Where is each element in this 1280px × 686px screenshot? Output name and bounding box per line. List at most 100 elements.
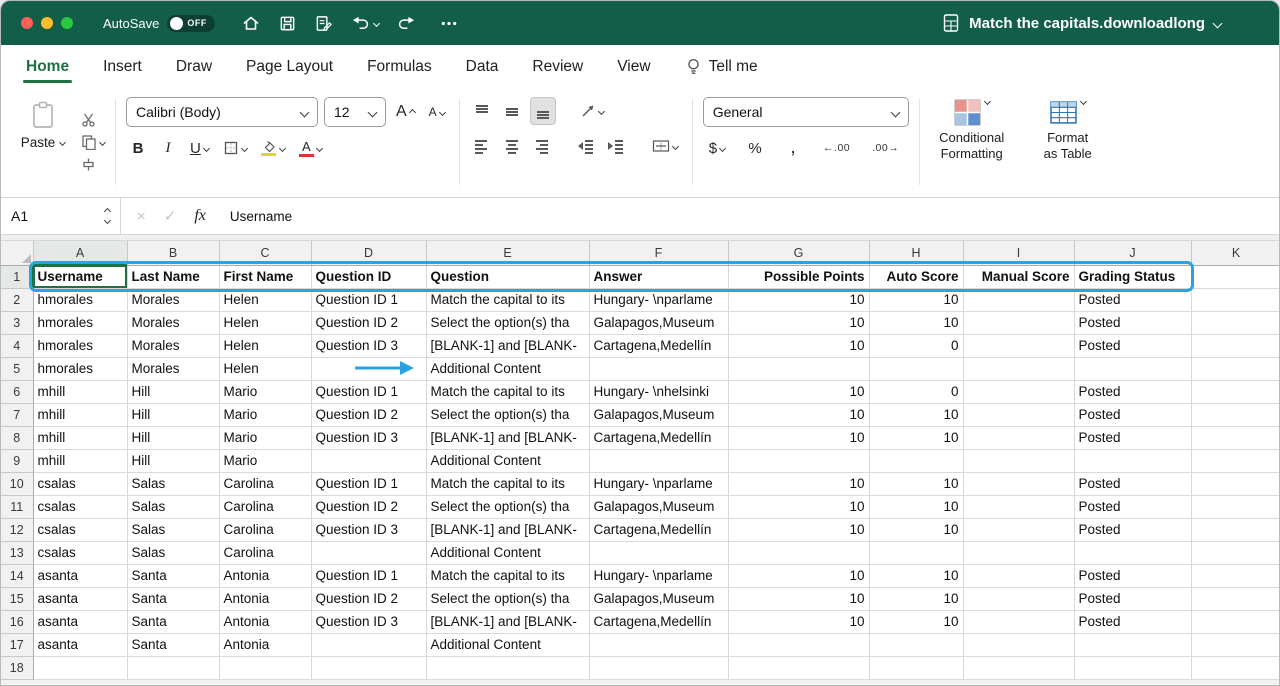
cell-B12[interactable]: Salas bbox=[127, 518, 219, 541]
cell-D7[interactable]: Question ID 2 bbox=[311, 403, 426, 426]
cell-E6[interactable]: Match the capital to its bbox=[426, 380, 589, 403]
cell-E16[interactable]: [BLANK-1] and [BLANK- bbox=[426, 610, 589, 633]
formula-input[interactable]: Username bbox=[222, 198, 292, 234]
cell-E14[interactable]: Match the capital to its bbox=[426, 564, 589, 587]
cell-F4[interactable]: Cartagena,Medellín bbox=[589, 334, 728, 357]
column-header-B[interactable]: B bbox=[127, 241, 219, 265]
cell-F2[interactable]: Hungary- \nparlame bbox=[589, 288, 728, 311]
column-header-G[interactable]: G bbox=[728, 241, 869, 265]
cell-B10[interactable]: Salas bbox=[127, 472, 219, 495]
minimize-button[interactable] bbox=[41, 17, 53, 29]
tell-me-button[interactable]: Tell me bbox=[686, 58, 758, 76]
cell-E5[interactable]: Additional Content bbox=[426, 357, 589, 380]
cell-A14[interactable]: asanta bbox=[33, 564, 127, 587]
cell-H13[interactable] bbox=[869, 541, 963, 564]
more-commands-button[interactable] bbox=[439, 14, 459, 33]
cell-H2[interactable]: 10 bbox=[869, 288, 963, 311]
cell-C11[interactable]: Carolina bbox=[219, 495, 311, 518]
cell-H7[interactable]: 10 bbox=[869, 403, 963, 426]
row-header-4[interactable]: 4 bbox=[1, 334, 33, 357]
column-header-I[interactable]: I bbox=[963, 241, 1074, 265]
cell-I15[interactable] bbox=[963, 587, 1074, 610]
cell-H11[interactable]: 10 bbox=[869, 495, 963, 518]
document-title-menu[interactable]: Match the capitals.downloadlong bbox=[942, 13, 1221, 33]
name-box-stepper[interactable] bbox=[95, 209, 110, 223]
align-top-button[interactable] bbox=[470, 97, 494, 125]
cell-C7[interactable]: Mario bbox=[219, 403, 311, 426]
paste-dropdown-icon[interactable] bbox=[59, 139, 66, 146]
row-header-17[interactable]: 17 bbox=[1, 633, 33, 656]
cell-C1[interactable]: First Name bbox=[219, 265, 311, 288]
cell-C13[interactable]: Carolina bbox=[219, 541, 311, 564]
cell-G14[interactable]: 10 bbox=[728, 564, 869, 587]
cell-H8[interactable]: 10 bbox=[869, 426, 963, 449]
currency-dropdown-icon[interactable] bbox=[719, 144, 726, 151]
cell-G3[interactable]: 10 bbox=[728, 311, 869, 334]
cell-K1[interactable] bbox=[1191, 265, 1279, 288]
tab-formulas[interactable]: Formulas bbox=[366, 47, 433, 87]
cell-K13[interactable] bbox=[1191, 541, 1279, 564]
paste-button[interactable]: Paste bbox=[15, 97, 71, 187]
row-header-9[interactable]: 9 bbox=[1, 449, 33, 472]
font-size-dropdown-icon[interactable] bbox=[368, 107, 378, 117]
fill-color-dropdown-icon[interactable] bbox=[279, 144, 286, 151]
font-size-select[interactable]: 12 bbox=[324, 97, 386, 127]
cell-K6[interactable] bbox=[1191, 380, 1279, 403]
cell-B7[interactable]: Hill bbox=[127, 403, 219, 426]
align-bottom-button[interactable] bbox=[530, 97, 556, 125]
cell-A5[interactable]: hmorales bbox=[33, 357, 127, 380]
cell-G5[interactable] bbox=[728, 357, 869, 380]
tab-data[interactable]: Data bbox=[465, 47, 500, 87]
bold-button[interactable]: B bbox=[126, 134, 150, 162]
cell-J7[interactable]: Posted bbox=[1074, 403, 1191, 426]
fill-color-button[interactable] bbox=[257, 134, 289, 162]
decrease-decimal-button[interactable]: .00→ bbox=[868, 134, 903, 162]
cell-A7[interactable]: mhill bbox=[33, 403, 127, 426]
format-as-table-button[interactable]: Formatas Table bbox=[1026, 99, 1110, 163]
cell-F18[interactable] bbox=[589, 656, 728, 679]
cell-J2[interactable]: Posted bbox=[1074, 288, 1191, 311]
cell-C10[interactable]: Carolina bbox=[219, 472, 311, 495]
cell-E3[interactable]: Select the option(s) tha bbox=[426, 311, 589, 334]
cell-I7[interactable] bbox=[963, 403, 1074, 426]
cell-E13[interactable]: Additional Content bbox=[426, 541, 589, 564]
cell-C8[interactable]: Mario bbox=[219, 426, 311, 449]
currency-button[interactable]: $ bbox=[705, 134, 729, 162]
cell-I10[interactable] bbox=[963, 472, 1074, 495]
cell-A17[interactable]: asanta bbox=[33, 633, 127, 656]
cell-H4[interactable]: 0 bbox=[869, 334, 963, 357]
cell-G8[interactable]: 10 bbox=[728, 426, 869, 449]
column-header-A[interactable]: A bbox=[33, 241, 127, 265]
cell-K8[interactable] bbox=[1191, 426, 1279, 449]
name-box[interactable]: A1 bbox=[1, 198, 121, 234]
cell-B2[interactable]: Morales bbox=[127, 288, 219, 311]
cell-A13[interactable]: csalas bbox=[33, 541, 127, 564]
row-header-18[interactable]: 18 bbox=[1, 656, 33, 679]
cell-A9[interactable]: mhill bbox=[33, 449, 127, 472]
cell-D4[interactable]: Question ID 3 bbox=[311, 334, 426, 357]
cell-K16[interactable] bbox=[1191, 610, 1279, 633]
cell-F15[interactable]: Galapagos,Museum bbox=[589, 587, 728, 610]
undo-dropdown-icon[interactable] bbox=[373, 19, 380, 26]
cell-C4[interactable]: Helen bbox=[219, 334, 311, 357]
cell-F6[interactable]: Hungary- \nhelsinki bbox=[589, 380, 728, 403]
cell-J9[interactable] bbox=[1074, 449, 1191, 472]
cell-K11[interactable] bbox=[1191, 495, 1279, 518]
cell-I18[interactable] bbox=[963, 656, 1074, 679]
tab-home[interactable]: Home bbox=[25, 47, 70, 87]
cell-F5[interactable] bbox=[589, 357, 728, 380]
cell-C2[interactable]: Helen bbox=[219, 288, 311, 311]
cell-A11[interactable]: csalas bbox=[33, 495, 127, 518]
cell-E12[interactable]: [BLANK-1] and [BLANK- bbox=[426, 518, 589, 541]
align-center-button[interactable] bbox=[500, 132, 524, 160]
column-header-K[interactable]: K bbox=[1191, 241, 1279, 265]
column-header-E[interactable]: E bbox=[426, 241, 589, 265]
cell-D17[interactable] bbox=[311, 633, 426, 656]
cell-I11[interactable] bbox=[963, 495, 1074, 518]
cell-E10[interactable]: Match the capital to its bbox=[426, 472, 589, 495]
cell-G6[interactable]: 10 bbox=[728, 380, 869, 403]
cell-F14[interactable]: Hungary- \nparlame bbox=[589, 564, 728, 587]
cell-A15[interactable]: asanta bbox=[33, 587, 127, 610]
cell-H5[interactable] bbox=[869, 357, 963, 380]
cell-D15[interactable]: Question ID 2 bbox=[311, 587, 426, 610]
